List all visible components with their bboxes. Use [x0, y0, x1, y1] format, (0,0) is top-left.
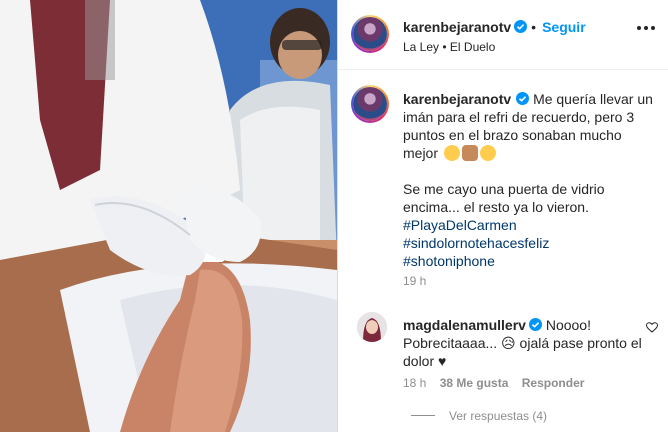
caption-avatar[interactable]	[351, 85, 389, 123]
view-replies-label: Ver respuestas (4)	[449, 409, 548, 423]
replies-divider-line	[411, 415, 435, 416]
fist-emoji-icon	[461, 145, 478, 161]
verified-badge-icon	[528, 318, 542, 331]
caption-body-2: Se me cayo una puerta de vidrio encima..…	[403, 181, 605, 215]
comment-meta: 18 h 38 Me gusta Responder	[403, 376, 594, 390]
commenter-avatar[interactable]	[357, 312, 387, 342]
comment-likes[interactable]: 38 Me gusta	[440, 376, 509, 390]
verified-badge-icon	[514, 20, 528, 33]
sunglasses-emoji-icon	[443, 145, 460, 161]
post-header: karenbejaranotv • Seguir La Ley • El Duelo	[338, 0, 668, 70]
author-username[interactable]: karenbejaranotv	[403, 19, 511, 35]
author-line: karenbejaranotv • Seguir	[403, 19, 586, 35]
more-options-icon[interactable]	[637, 26, 655, 32]
post-location[interactable]: La Ley • El Duelo	[403, 40, 495, 54]
hashtag-shotoniphone[interactable]: #shotoniphone	[403, 252, 653, 270]
view-replies-button[interactable]: Ver respuestas (4)	[411, 409, 547, 423]
separator-dot: •	[531, 19, 537, 35]
reply-button[interactable]: Responder	[522, 376, 585, 390]
author-avatar[interactable]	[351, 15, 389, 53]
post-photo[interactable]	[0, 0, 337, 432]
caption-timestamp[interactable]: 19 h	[403, 274, 426, 288]
commenter-avatar-image	[357, 312, 387, 342]
comment-timestamp[interactable]: 18 h	[403, 376, 426, 390]
caption-text: karenbejaranotv Me quería llevar un imán…	[403, 90, 653, 270]
hashtag-playadelcarmen[interactable]: #PlayaDelCarmen	[403, 216, 653, 234]
post-sidebar: karenbejaranotv • Seguir La Ley • El Duelo…	[337, 0, 668, 432]
zany-face-emoji-icon	[479, 145, 496, 161]
hashtag-sindolor[interactable]: #sindolornotehacesfeliz	[403, 234, 653, 252]
follow-button[interactable]: Seguir	[542, 19, 586, 35]
comment-text: magdalenamullerv Noooo! Pobrecitaaaa... …	[403, 316, 643, 370]
heart-icon[interactable]	[646, 322, 658, 333]
verified-badge-icon	[516, 92, 530, 105]
comment-username[interactable]: magdalenamullerv	[403, 317, 526, 333]
post-photo-image	[0, 0, 337, 432]
caption-username[interactable]: karenbejaranotv	[403, 91, 511, 107]
